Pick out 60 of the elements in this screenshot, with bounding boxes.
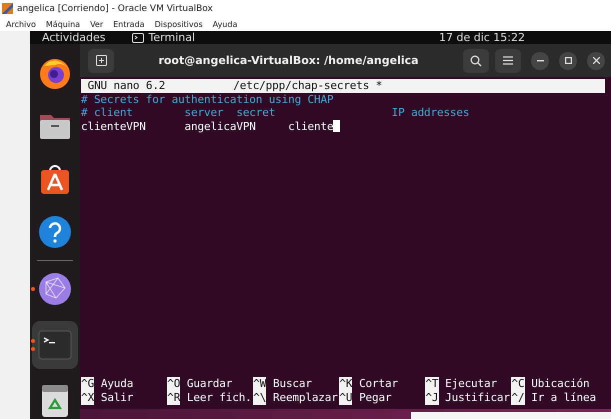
menu-item[interactable]: Máquina	[46, 20, 80, 28]
maximize-button[interactable]	[559, 52, 577, 70]
menu-item[interactable]: Ver	[90, 20, 104, 28]
shopping-bag-icon[interactable]	[39, 162, 71, 196]
menu-item[interactable]: Entrada	[113, 20, 145, 28]
shortcut-key: ^W	[253, 377, 266, 391]
search-button[interactable]	[463, 48, 489, 72]
shortcut-label: Justificar	[445, 391, 510, 405]
shortcut-label: Ubicación	[531, 377, 590, 391]
new-tab-button[interactable]	[88, 48, 114, 72]
maximize-icon	[564, 57, 572, 64]
shortcut-key: ^O	[167, 377, 180, 391]
shortcut-label: Ir a línea	[531, 391, 596, 405]
search-icon	[470, 54, 482, 66]
shortcut-label: Cortar	[359, 377, 398, 391]
code-line: # client server secret IP addresses	[81, 106, 470, 119]
shortcut-key: ^/	[511, 391, 525, 405]
window-title: angelica [Corriendo] - Oracle VM VirtualBox	[17, 4, 213, 14]
menu-item[interactable]: Archivo	[6, 20, 36, 28]
terminal-icon	[132, 32, 144, 42]
app-menu-label[interactable]: Terminal	[148, 31, 196, 44]
shortcut-key: ^U	[339, 391, 352, 405]
shortcut-label: Ayuda	[100, 377, 134, 391]
shortcut-label: Salir	[100, 391, 134, 405]
plus-icon	[96, 55, 106, 66]
network-globe-icon[interactable]	[38, 272, 72, 306]
shortcut-label: Pegar	[359, 391, 392, 405]
terminal-title: root@angelica-VirtualBox: /home/angelica	[157, 54, 420, 67]
shortcut-key: ^R	[167, 391, 180, 405]
minimize-button[interactable]	[531, 52, 549, 70]
code-line: clienteVPN angelicaVPN cliente	[81, 120, 334, 132]
shortcut-key: ^\	[253, 391, 266, 405]
activities-button[interactable]: Actividades	[42, 31, 106, 44]
editor-version: GNU nano 6.2	[86, 79, 166, 92]
shortcut-label: Ejecutar	[445, 377, 497, 391]
code-line: # Secrets for authentication using CHAP	[81, 92, 334, 106]
shortcut-key: ^X	[81, 391, 94, 405]
close-icon	[592, 57, 600, 64]
shortcut-label: Leer fich.	[186, 391, 252, 405]
clock[interactable]: 17 de dic 15:22	[438, 31, 525, 44]
minimize-icon	[536, 60, 544, 62]
shortcut-key: ^T	[425, 377, 439, 391]
file-name: /etc/ppp/chap-secrets *	[233, 79, 382, 92]
menu-item[interactable]: Ayuda	[212, 20, 238, 28]
recycle-bin-icon[interactable]	[41, 384, 69, 418]
shortcut-key: ^G	[81, 377, 94, 391]
shortcut-label: Buscar	[273, 377, 312, 391]
shortcut-label: Guardar	[186, 377, 232, 391]
shortcut-key: ^C	[511, 377, 525, 391]
shortcut-key: ^J	[425, 391, 439, 405]
menu-icon	[503, 56, 513, 65]
terminal-icon[interactable]	[38, 330, 72, 360]
menu-item[interactable]: Dispositivos	[154, 20, 203, 28]
shortcut-label: Reemplazar	[273, 391, 338, 405]
close-button[interactable]	[587, 52, 605, 70]
shortcut-key: ^K	[339, 377, 352, 391]
fox-globe-icon[interactable]	[38, 56, 72, 90]
question-mark-icon[interactable]	[38, 215, 72, 249]
menu-button[interactable]	[495, 48, 521, 72]
app-logo-icon	[2, 3, 13, 14]
